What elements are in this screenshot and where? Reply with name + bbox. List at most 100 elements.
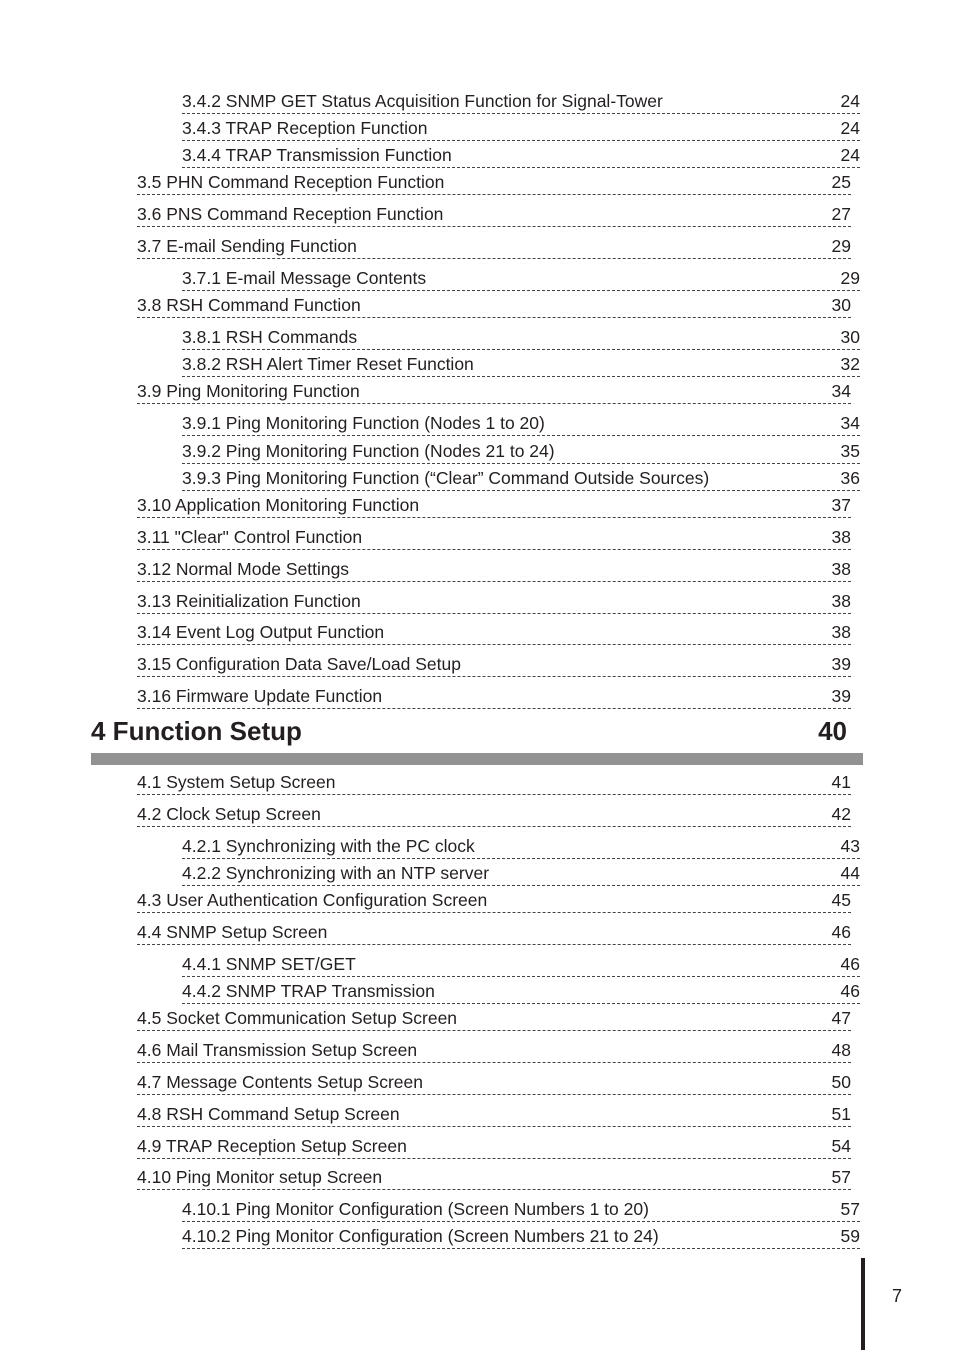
toc-entry-page: 38 xyxy=(831,527,851,547)
toc-entry[interactable]: 4.8 RSH Command Setup Screen 51 xyxy=(137,1104,851,1127)
toc-entry[interactable]: 3.12 Normal Mode Settings 38 xyxy=(137,559,851,582)
toc-entry-page: 59 xyxy=(840,1226,860,1246)
toc-entry[interactable]: 4.7 Message Contents Setup Screen 50 xyxy=(137,1072,851,1095)
page-number: 7 xyxy=(892,1286,903,1306)
toc-entry-page: 35 xyxy=(840,441,860,461)
toc-entry-page: 25 xyxy=(831,172,851,192)
toc-entry-page: 39 xyxy=(831,686,851,706)
toc-entry-page: 48 xyxy=(831,1040,851,1060)
toc-entry-title: 3.6 PNS Command Reception Function xyxy=(137,204,444,224)
toc-entry-title: 3.8 RSH Command Function xyxy=(137,295,361,315)
toc-entry-page: 46 xyxy=(840,981,860,1001)
toc-entry-title: 3.8.2 RSH Alert Timer Reset Function xyxy=(182,354,474,374)
toc-entry-page: 30 xyxy=(840,327,860,347)
toc-entry-title: 4.10 Ping Monitor setup Screen xyxy=(137,1167,383,1187)
toc-entry-title: 3.4.3 TRAP Reception Function xyxy=(182,118,428,138)
toc-entry-title: 3.16 Firmware Update Function xyxy=(137,686,383,706)
toc-entry-page: 45 xyxy=(831,890,851,910)
toc-entry[interactable]: 3.11 "Clear" Control Function 38 xyxy=(137,527,851,550)
toc-entry-title: 4.3 User Authentication Configuration Sc… xyxy=(137,890,488,910)
toc-entry-page: 47 xyxy=(831,1008,851,1028)
toc-entry[interactable]: 4.2.1 Synchronizing with the PC clock 43 xyxy=(182,836,860,859)
toc-entry-page: 43 xyxy=(840,836,860,856)
toc-entry-title: 4.2.2 Synchronizing with an NTP server xyxy=(182,863,490,883)
toc-entry-page: 46 xyxy=(831,922,851,942)
toc-entry-page: 34 xyxy=(831,381,851,401)
toc-entry-title: 3.9 Ping Monitoring Function xyxy=(137,381,360,401)
toc-entry-title: 4.4.2 SNMP TRAP Transmission xyxy=(182,981,435,1001)
chapter-page: 40 xyxy=(818,716,847,746)
toc-entry-title: 3.9.1 Ping Monitoring Function (Nodes 1 … xyxy=(182,413,545,433)
toc-entry[interactable]: 4.5 Socket Communication Setup Screen 47 xyxy=(137,1008,851,1031)
toc-entry[interactable]: 4.4.1 SNMP SET/GET 46 xyxy=(182,954,860,977)
toc-entry[interactable]: 3.9.1 Ping Monitoring Function (Nodes 1 … xyxy=(182,413,860,436)
toc-entry[interactable]: 3.4.4 TRAP Transmission Function 24 xyxy=(182,145,860,168)
toc-entry-title: 4.4 SNMP Setup Screen xyxy=(137,922,328,942)
toc-entry-title: 3.4.2 SNMP GET Status Acquisition Functi… xyxy=(182,91,663,111)
toc-entry-title: 3.5 PHN Command Reception Function xyxy=(137,172,445,192)
toc-entry[interactable]: 3.4.2 SNMP GET Status Acquisition Functi… xyxy=(182,91,860,114)
toc-entry[interactable]: 4.10 Ping Monitor setup Screen 57 xyxy=(137,1167,851,1190)
toc-entry-title: 3.15 Configuration Data Save/Load Setup xyxy=(137,654,461,674)
toc-entry[interactable]: 3.9.3 Ping Monitoring Function (“Clear” … xyxy=(182,468,860,491)
toc-entry-page: 50 xyxy=(831,1072,851,1092)
toc-entry-page: 57 xyxy=(840,1199,860,1219)
toc-entry[interactable]: 4.4 SNMP Setup Screen 46 xyxy=(137,922,851,945)
toc-entry-title: 3.13 Reinitialization Function xyxy=(137,591,361,611)
toc-entry[interactable]: 3.8 RSH Command Function 30 xyxy=(137,295,851,318)
toc-entry-page: 37 xyxy=(831,495,851,515)
toc-entry[interactable]: 3.15 Configuration Data Save/Load Setup 3… xyxy=(137,654,851,677)
toc-entry[interactable]: 4.1 System Setup Screen 41 xyxy=(137,772,851,795)
toc-entry-page: 38 xyxy=(831,591,851,611)
toc-entry-page: 57 xyxy=(831,1167,851,1187)
toc-entry[interactable]: 4.9 TRAP Reception Setup Screen 54 xyxy=(137,1136,851,1159)
toc-entry-page: 30 xyxy=(831,295,851,315)
toc-entry-page: 29 xyxy=(840,268,860,288)
toc-entry-title: 3.4.4 TRAP Transmission Function xyxy=(182,145,452,165)
toc-entry-title: 4.10.1 Ping Monitor Configuration (Scree… xyxy=(182,1199,649,1219)
toc-entry-title: 4.1 System Setup Screen xyxy=(137,772,336,792)
toc-entry[interactable]: 4.3 User Authentication Configuration Sc… xyxy=(137,890,851,913)
chapter-heading[interactable]: 4 Function Setup 40 xyxy=(91,714,847,748)
toc-entry[interactable]: 3.7.1 E-mail Message Contents 29 xyxy=(182,268,860,291)
toc-entry[interactable]: 3.16 Firmware Update Function 39 xyxy=(137,686,851,709)
toc-entry-page: 42 xyxy=(831,804,851,824)
toc-entry[interactable]: 3.14 Event Log Output Function 38 xyxy=(137,622,851,645)
toc-entry[interactable]: 3.8.1 RSH Commands 30 xyxy=(182,327,860,350)
toc-entry[interactable]: 3.13 Reinitialization Function 38 xyxy=(137,591,851,614)
toc-entry-title: 4.9 TRAP Reception Setup Screen xyxy=(137,1136,407,1156)
toc-entry-title: 3.9.3 Ping Monitoring Function (“Clear” … xyxy=(182,468,710,488)
toc-entry-page: 38 xyxy=(831,559,851,579)
page-edge-rule xyxy=(861,1258,865,1350)
toc-entry[interactable]: 4.2.2 Synchronizing with an NTP server 44 xyxy=(182,863,860,886)
toc-entry-title: 3.10 Application Monitoring Function xyxy=(137,495,420,515)
toc-entry-title: 3.7.1 E-mail Message Contents xyxy=(182,268,427,288)
toc-entry[interactable]: 4.10.1 Ping Monitor Configuration (Scree… xyxy=(182,1199,860,1222)
toc-entry[interactable]: 4.4.2 SNMP TRAP Transmission 46 xyxy=(182,981,860,1004)
toc-entry-title: 4.2.1 Synchronizing with the PC clock xyxy=(182,836,475,856)
toc-entry-title: 3.7 E-mail Sending Function xyxy=(137,236,357,256)
toc-entry[interactable]: 3.9 Ping Monitoring Function 34 xyxy=(137,381,851,404)
toc-entry[interactable]: 4.10.2 Ping Monitor Configuration (Scree… xyxy=(182,1226,860,1249)
toc-entry[interactable]: 3.7 E-mail Sending Function 29 xyxy=(137,236,851,259)
toc-entry[interactable]: 3.6 PNS Command Reception Function 27 xyxy=(137,204,851,227)
toc-entry[interactable]: 4.2 Clock Setup Screen 42 xyxy=(137,804,851,827)
toc-entry-title: 4.8 RSH Command Setup Screen xyxy=(137,1104,400,1124)
chapter-divider-bar xyxy=(91,753,863,765)
toc-entry[interactable]: 3.8.2 RSH Alert Timer Reset Function 32 xyxy=(182,354,860,377)
toc-entry-page: 51 xyxy=(831,1104,851,1124)
toc-entry-title: 3.14 Event Log Output Function xyxy=(137,622,385,642)
toc-entry[interactable]: 3.4.3 TRAP Reception Function 24 xyxy=(182,118,860,141)
toc-entry[interactable]: 4.6 Mail Transmission Setup Screen 48 xyxy=(137,1040,851,1063)
toc-entry[interactable]: 3.10 Application Monitoring Function 37 xyxy=(137,495,851,518)
toc-entry-page: 44 xyxy=(840,863,860,883)
toc-entry-title: 3.12 Normal Mode Settings xyxy=(137,559,350,579)
toc-entry-page: 24 xyxy=(840,145,860,165)
toc-entry-page: 46 xyxy=(840,954,860,974)
toc-entry-page: 41 xyxy=(831,772,851,792)
toc-entry[interactable]: 3.5 PHN Command Reception Function 25 xyxy=(137,172,851,195)
toc-entry-page: 34 xyxy=(840,413,860,433)
toc-entry[interactable]: 3.9.2 Ping Monitoring Function (Nodes 21… xyxy=(182,441,860,464)
toc-entry-page: 29 xyxy=(831,236,851,256)
toc-entry-page: 27 xyxy=(831,204,851,224)
